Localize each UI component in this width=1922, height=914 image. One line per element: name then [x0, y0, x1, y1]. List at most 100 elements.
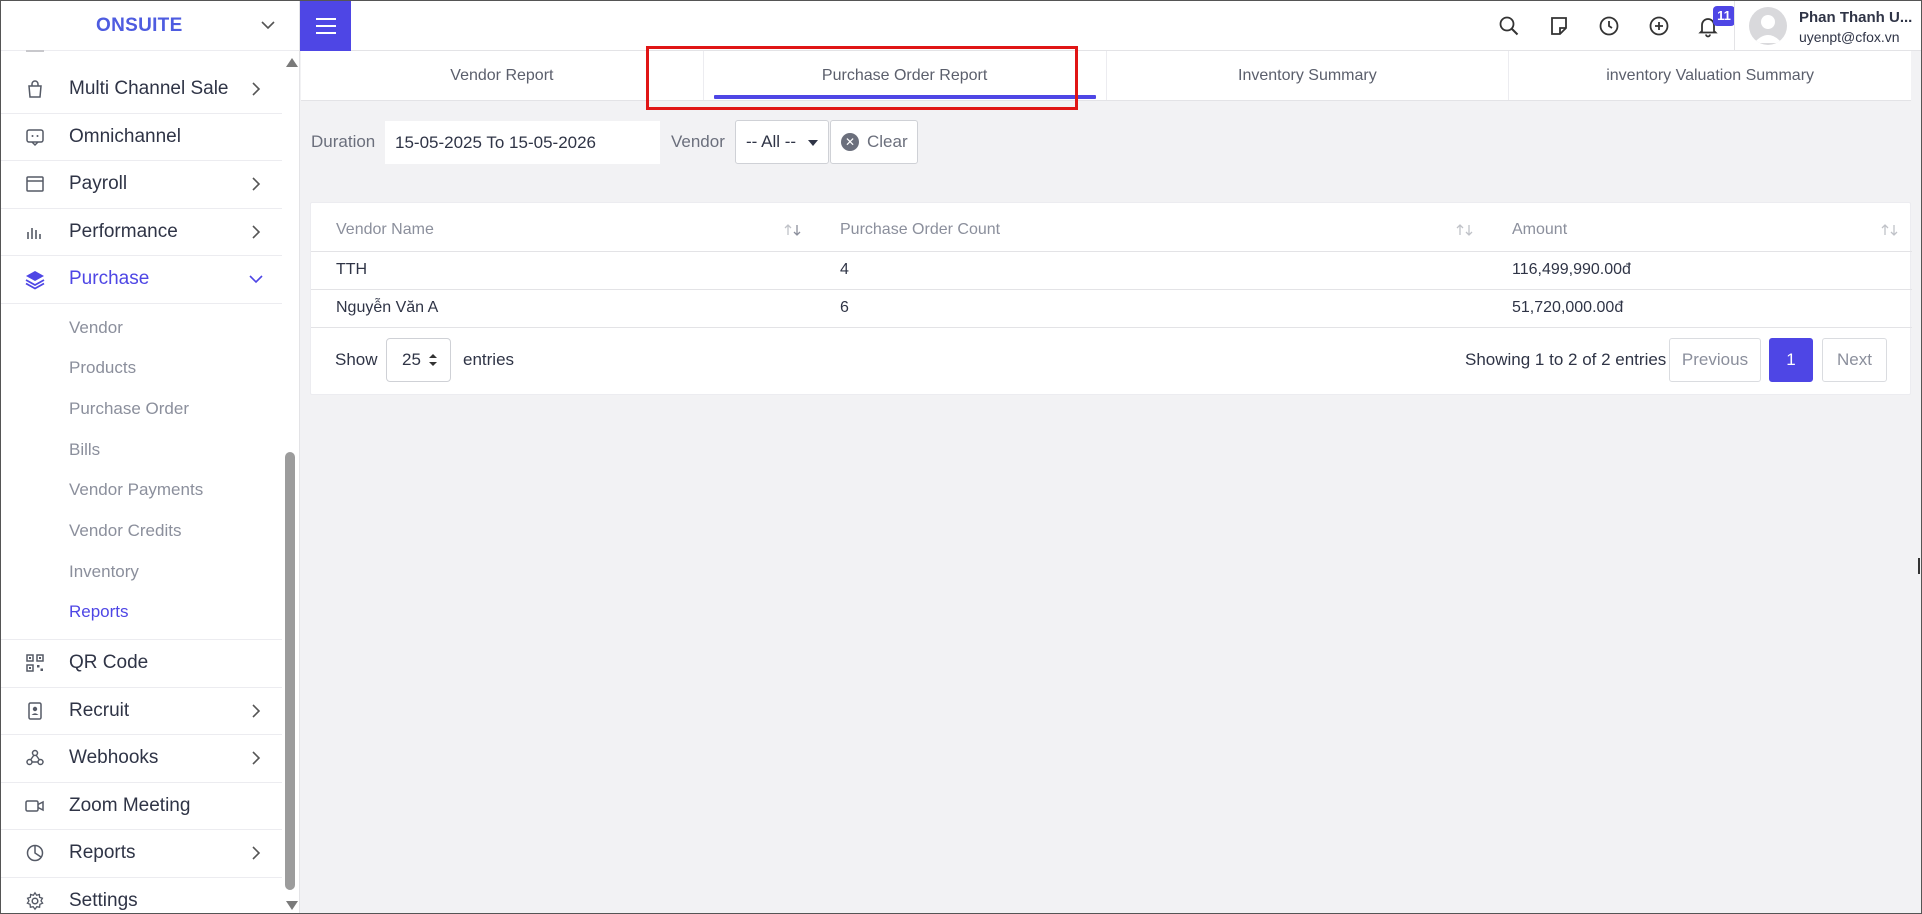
submenu-item-vendor[interactable]: Vendor — [0, 308, 282, 349]
duration-date-range-input[interactable] — [385, 121, 660, 164]
sidebar-nav: Multi Channel Sale Omnichannel Payroll P… — [0, 66, 282, 914]
sidebar-item-label: Zoom Meeting — [69, 794, 191, 816]
previous-page-button[interactable]: Previous — [1669, 338, 1761, 382]
sidebar-item-payroll[interactable]: Payroll — [0, 161, 282, 209]
column-header-vendor-name[interactable]: Vendor Name — [311, 209, 815, 252]
sidebar-item-purchase[interactable]: Purchase — [0, 256, 282, 304]
sort-icon — [784, 224, 801, 236]
submenu-item-vendor-credits[interactable]: Vendor Credits — [0, 511, 282, 552]
sidebar-item-label: Webhooks — [69, 747, 159, 769]
clear-filter-button[interactable]: ✕ Clear — [830, 120, 918, 164]
qr-code-icon — [24, 652, 46, 674]
page-1-button[interactable]: 1 — [1769, 338, 1813, 382]
next-page-button[interactable]: Next — [1822, 338, 1887, 382]
caret-down-icon — [808, 140, 818, 146]
column-header-purchase-order-count[interactable]: Purchase Order Count — [815, 209, 1487, 252]
vendor-select-value: -- All -- — [746, 132, 797, 151]
scrollbar-thumb[interactable] — [285, 452, 295, 890]
sort-icon — [1881, 224, 1898, 236]
avatar[interactable] — [1749, 7, 1787, 45]
table-row[interactable]: Nguyễn Văn A 6 51,720,000.00đ — [311, 289, 1912, 328]
purchase-order-report-table: Vendor Name Purchase Order Count Amount … — [311, 209, 1912, 328]
sidebar-item-label: Reports — [69, 842, 136, 864]
submenu-item-purchase-order[interactable]: Purchase Order — [0, 389, 282, 430]
user-avatar-icon — [1754, 15, 1782, 43]
vendor-filter-label: Vendor — [671, 132, 725, 151]
webhook-icon — [24, 747, 46, 769]
chevron-down-icon — [249, 275, 263, 284]
tab-vendor-report[interactable]: Vendor Report — [301, 51, 704, 100]
hamburger-line — [315, 17, 336, 20]
sidebar-item-label: QR Code — [69, 652, 149, 674]
show-entries-label: Show — [335, 350, 378, 369]
scroll-down-arrow[interactable] — [286, 901, 298, 910]
sidebar-item-performance[interactable]: Performance — [0, 209, 282, 256]
column-header-label: Vendor Name — [336, 220, 434, 238]
sidebar-item-zoom-meeting[interactable]: Zoom Meeting — [0, 783, 282, 830]
chevron-down-icon[interactable] — [259, 16, 277, 34]
tab-inventory-summary[interactable]: Inventory Summary — [1107, 51, 1510, 100]
sidebar-item-label: Settings — [69, 889, 138, 911]
brand-name: ONSUITE — [96, 15, 183, 36]
tab-label: Purchase Order Report — [821, 66, 988, 84]
hamburger-line — [315, 31, 336, 34]
cell-purchase-order-count: 6 — [815, 289, 1487, 328]
menu-toggle-button[interactable] — [300, 0, 351, 51]
submenu-item-inventory[interactable]: Inventory — [0, 552, 282, 593]
sidebar-item-webhooks[interactable]: Webhooks — [0, 735, 282, 783]
sidebar-scrollbar[interactable] — [283, 52, 298, 914]
clear-button-label: Clear — [867, 132, 908, 151]
chevron-right-icon — [252, 751, 261, 765]
sidebar-item-recruit[interactable]: Recruit — [0, 688, 282, 735]
window-edge-marker — [1918, 558, 1922, 574]
pie-chart-icon — [24, 842, 46, 864]
column-header-label: Amount — [1512, 220, 1568, 238]
divider — [1734, 0, 1735, 51]
sticky-note-icon[interactable] — [1547, 14, 1571, 38]
report-tabs: Vendor Report Purchase Order Report Inve… — [301, 51, 1911, 101]
tab-purchase-order-report[interactable]: Purchase Order Report — [704, 51, 1107, 100]
sidebar-item-reports[interactable]: Reports — [0, 830, 282, 878]
vendor-select[interactable]: -- All -- — [735, 120, 829, 164]
sidebar-item-label: Payroll — [69, 173, 128, 195]
submenu-item-vendor-payments[interactable]: Vendor Payments — [0, 470, 282, 511]
cell-amount: 51,720,000.00đ — [1487, 289, 1912, 328]
shopping-bag-icon — [24, 78, 46, 100]
chat-bubble-icon — [24, 126, 46, 148]
user-name[interactable]: Phan Thanh U... — [1799, 9, 1912, 26]
sidebar-item-label: Omnichannel — [69, 125, 181, 147]
column-header-amount[interactable]: Amount — [1487, 209, 1912, 252]
duration-label: Duration — [311, 132, 376, 151]
table-row[interactable]: TTH 4 116,499,990.00đ — [311, 251, 1912, 290]
entries-label: entries — [463, 350, 515, 369]
tab-label: Inventory Summary — [1238, 66, 1377, 84]
sidebar-item-settings[interactable]: Settings — [0, 878, 282, 914]
gear-icon — [24, 890, 46, 912]
sidebar-item-qr-code[interactable]: QR Code — [0, 640, 282, 688]
sidebar-item-label: Recruit — [69, 699, 130, 721]
search-icon[interactable] — [1497, 14, 1521, 38]
submenu-item-products[interactable]: Products — [0, 348, 282, 389]
tab-inventory-valuation-summary[interactable]: inventory Valuation Summary — [1509, 51, 1911, 100]
add-circle-icon[interactable] — [1647, 14, 1671, 38]
active-tab-indicator — [713, 95, 1096, 99]
sidebar-item-label: Performance — [69, 220, 178, 242]
divider — [26, 50, 44, 52]
hamburger-line — [315, 24, 336, 27]
tab-label: Vendor Report — [450, 66, 554, 84]
clock-icon[interactable] — [1597, 14, 1621, 38]
purchase-submenu: Vendor Products Purchase Order Bills Ven… — [0, 304, 282, 640]
submenu-item-reports[interactable]: Reports — [0, 592, 282, 633]
sidebar-item-omnichannel[interactable]: Omnichannel — [0, 114, 282, 161]
cell-amount: 116,499,990.00đ — [1487, 251, 1912, 290]
up-down-arrows-icon — [429, 354, 437, 366]
chevron-right-icon — [252, 177, 261, 191]
page-length-select[interactable]: 25 — [386, 338, 451, 382]
scroll-up-arrow[interactable] — [286, 58, 298, 67]
submenu-item-bills[interactable]: Bills — [0, 430, 282, 471]
video-camera-icon — [24, 795, 46, 817]
brand-header[interactable]: ONSUITE — [0, 0, 299, 51]
sidebar: ONSUITE Multi Channel Sale Omnichannel P… — [0, 0, 300, 914]
sidebar-item-multi-channel-sale[interactable]: Multi Channel Sale — [0, 66, 282, 114]
calendar-window-icon — [24, 173, 46, 195]
